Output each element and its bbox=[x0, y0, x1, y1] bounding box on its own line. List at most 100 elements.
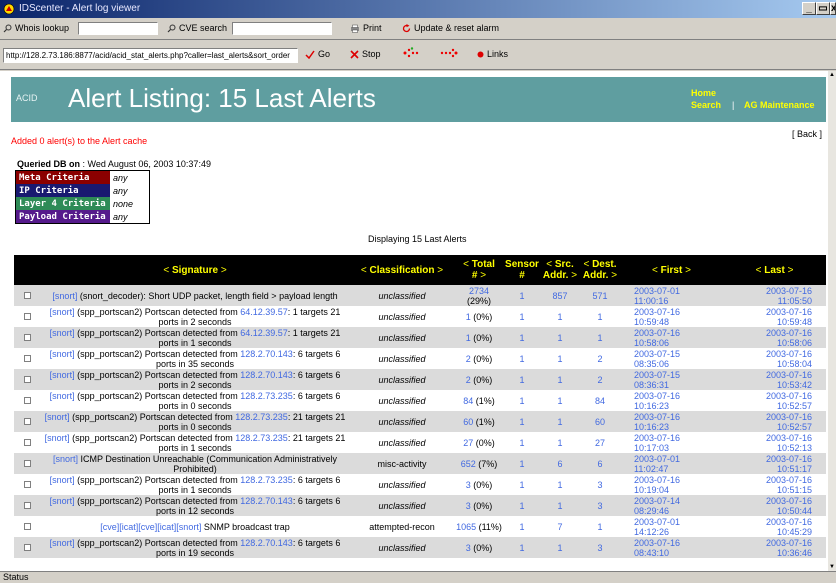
signature-text[interactable]: (spp_portscan2) Portscan detected from bbox=[75, 391, 241, 401]
first-time-link[interactable]: 14:12:26 bbox=[634, 527, 669, 537]
sort-desc-arrow[interactable]: > bbox=[437, 265, 443, 276]
reference-link[interactable]: [snort] bbox=[52, 291, 77, 301]
first-date-link[interactable]: 2003-07-01 bbox=[634, 454, 680, 464]
home-link[interactable]: Home bbox=[691, 88, 716, 98]
sensor-count-link[interactable]: 1 bbox=[504, 411, 540, 432]
first-time-link[interactable]: 08:29:46 bbox=[634, 506, 669, 516]
last-date-link[interactable]: 2003-07-16 bbox=[766, 517, 812, 527]
criteria-name[interactable]: IP Criteria bbox=[15, 184, 110, 197]
source-ip-link[interactable]: 64.12.39.57 bbox=[240, 307, 288, 317]
last-time-link[interactable]: 10:52:13 bbox=[777, 443, 812, 453]
first-time-link[interactable]: 10:19:04 bbox=[634, 485, 669, 495]
row-checkbox[interactable] bbox=[23, 522, 31, 530]
first-time-link[interactable]: 10:16:23 bbox=[634, 401, 669, 411]
cve-search-button[interactable]: CVE search bbox=[167, 23, 227, 33]
last-time-link[interactable]: 10:51:15 bbox=[777, 485, 812, 495]
src-addr-count-link[interactable]: 857 bbox=[540, 285, 580, 306]
dst-addr-count-link[interactable]: 2 bbox=[580, 369, 620, 390]
sensor-count-link[interactable]: 1 bbox=[504, 306, 540, 327]
src-addr-count-link[interactable]: 1 bbox=[540, 432, 580, 453]
row-checkbox[interactable] bbox=[23, 354, 31, 362]
reference-link[interactable]: [snort] bbox=[45, 412, 70, 422]
reference-link[interactable]: [snort] bbox=[50, 391, 75, 401]
whois-input[interactable] bbox=[78, 22, 158, 35]
sort-asc-arrow[interactable]: < bbox=[583, 259, 589, 270]
last-date-link[interactable]: 2003-07-16 bbox=[766, 412, 812, 422]
last-date-link[interactable]: 2003-07-16 bbox=[766, 328, 812, 338]
src-addr-count-link[interactable]: 1 bbox=[540, 327, 580, 348]
back-link[interactable]: [ Back ] bbox=[792, 129, 822, 139]
sort-desc-arrow[interactable]: > bbox=[221, 265, 227, 276]
src-addr-count-link[interactable]: 6 bbox=[540, 453, 580, 474]
total-count-link[interactable]: 27 bbox=[463, 438, 473, 448]
reference-link[interactable]: [snort] bbox=[50, 307, 75, 317]
first-time-link[interactable]: 08:43:10 bbox=[634, 548, 669, 558]
signature-text[interactable]: (spp_portscan2) Portscan detected from bbox=[75, 328, 241, 338]
total-count-link[interactable]: 1065 bbox=[456, 522, 476, 532]
last-date-link[interactable]: 2003-07-16 bbox=[766, 538, 812, 548]
last-date-link[interactable]: 2003-07-16 bbox=[766, 496, 812, 506]
window-title-bar[interactable]: IDScenter - Alert log viewer _ ▭ x bbox=[0, 0, 836, 18]
last-time-link[interactable]: 10:52:57 bbox=[777, 422, 812, 432]
dst-addr-count-link[interactable]: 27 bbox=[580, 432, 620, 453]
signature-text[interactable]: (spp_portscan2) Portscan detected from bbox=[75, 475, 241, 485]
reference-link[interactable]: [snort] bbox=[50, 496, 75, 506]
reference-link[interactable]: [snort] bbox=[50, 370, 75, 380]
first-time-link[interactable]: 11:02:47 bbox=[634, 464, 668, 474]
sensor-count-link[interactable]: 1 bbox=[504, 474, 540, 495]
sensor-count-link[interactable]: 1 bbox=[504, 516, 540, 537]
sort-asc-arrow[interactable]: < bbox=[463, 259, 469, 270]
first-date-link[interactable]: 2003-07-16 bbox=[634, 412, 680, 422]
sort-desc-arrow[interactable]: > bbox=[571, 270, 577, 281]
signature-text[interactable]: (spp_portscan2) Portscan detected from bbox=[75, 349, 241, 359]
sort-desc-arrow[interactable]: > bbox=[611, 270, 617, 281]
row-checkbox[interactable] bbox=[23, 312, 31, 320]
signature-text[interactable]: (spp_portscan2) Portscan detected from bbox=[70, 412, 236, 422]
col-sensor[interactable]: Sensor # bbox=[504, 255, 540, 285]
restore-button[interactable]: ▭ bbox=[816, 2, 830, 15]
row-checkbox[interactable] bbox=[23, 501, 31, 509]
source-ip-link[interactable]: 128.2.73.235 bbox=[240, 475, 293, 485]
first-date-link[interactable]: 2003-07-01 bbox=[634, 517, 680, 527]
dst-addr-count-link[interactable]: 2 bbox=[580, 348, 620, 369]
sensor-count-link[interactable]: 1 bbox=[504, 537, 540, 558]
col-signature[interactable]: < Signature > bbox=[40, 255, 350, 285]
last-time-link[interactable]: 10:36:46 bbox=[777, 548, 812, 558]
source-ip-link[interactable]: 64.12.39.57 bbox=[240, 328, 288, 338]
signature-text[interactable]: (snort_decoder): Short UDP packet, lengt… bbox=[77, 291, 338, 301]
first-time-link[interactable]: 10:59:48 bbox=[634, 317, 669, 327]
last-time-link[interactable]: 10:53:42 bbox=[777, 380, 812, 390]
last-time-link[interactable]: 10:45:29 bbox=[777, 527, 812, 537]
row-checkbox[interactable] bbox=[23, 417, 31, 425]
row-checkbox[interactable] bbox=[23, 333, 31, 341]
total-count-link[interactable]: 60 bbox=[463, 417, 473, 427]
dst-addr-count-link[interactable]: 6 bbox=[580, 453, 620, 474]
src-addr-count-link[interactable]: 1 bbox=[540, 348, 580, 369]
sort-asc-arrow[interactable]: < bbox=[163, 265, 169, 276]
dst-addr-count-link[interactable]: 3 bbox=[580, 495, 620, 516]
first-date-link[interactable]: 2003-07-16 bbox=[634, 538, 680, 548]
criteria-name[interactable]: Meta Criteria bbox=[15, 170, 110, 184]
first-date-link[interactable]: 2003-07-16 bbox=[634, 475, 680, 485]
signature-text[interactable]: (spp_portscan2) Portscan detected from bbox=[75, 370, 241, 380]
last-time-link[interactable]: 10:51:17 bbox=[777, 464, 812, 474]
row-checkbox[interactable] bbox=[23, 480, 31, 488]
sensor-count-link[interactable]: 1 bbox=[504, 390, 540, 411]
total-count-link[interactable]: 652 bbox=[461, 459, 476, 469]
src-addr-count-link[interactable]: 1 bbox=[540, 495, 580, 516]
first-date-link[interactable]: 2003-07-16 bbox=[634, 433, 680, 443]
source-ip-link[interactable]: 128.2.70.143 bbox=[240, 349, 293, 359]
sort-desc-arrow[interactable]: > bbox=[788, 265, 794, 276]
sort-desc-arrow[interactable]: > bbox=[480, 270, 486, 281]
reference-link[interactable]: [cve][icat][cve][icat][snort] bbox=[100, 522, 201, 532]
criteria-name[interactable]: Payload Criteria bbox=[15, 210, 110, 224]
signature-text[interactable]: (spp_portscan2) Portscan detected from bbox=[70, 433, 236, 443]
sort-desc-arrow[interactable]: > bbox=[685, 265, 691, 276]
update-reset-button[interactable]: Update & reset alarm bbox=[402, 23, 499, 33]
source-ip-link[interactable]: 128.2.70.143 bbox=[240, 370, 293, 380]
row-checkbox[interactable] bbox=[23, 459, 31, 467]
last-time-link[interactable]: 10:59:48 bbox=[777, 317, 812, 327]
sensor-count-link[interactable]: 1 bbox=[504, 495, 540, 516]
sort-asc-arrow[interactable]: < bbox=[361, 265, 367, 276]
first-time-link[interactable]: 08:36:31 bbox=[634, 380, 669, 390]
